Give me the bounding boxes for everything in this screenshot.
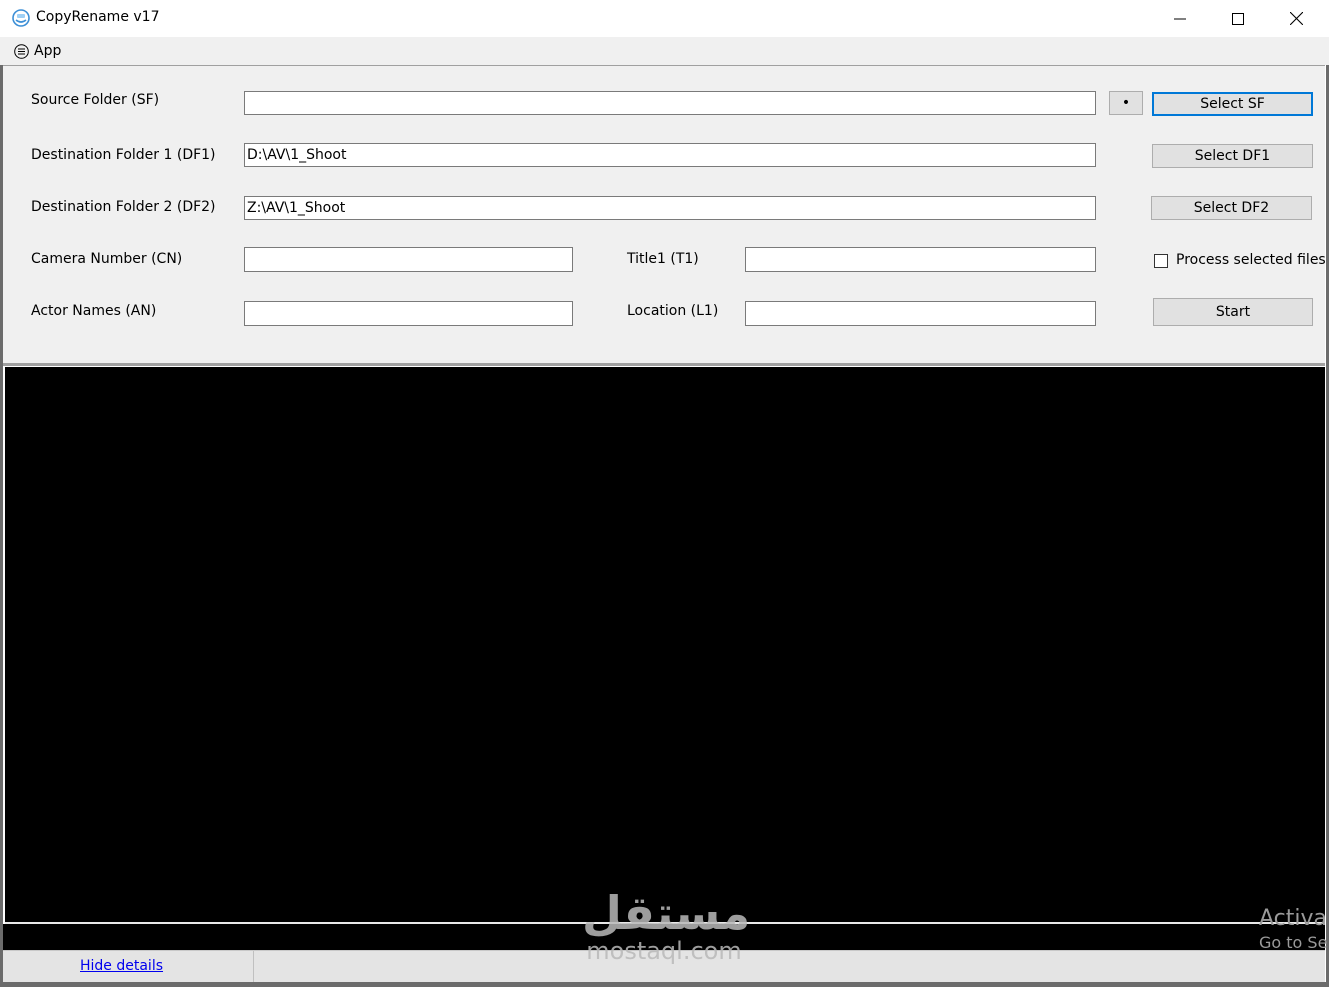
mostaql-watermark: مستقل mostaql.com (582, 886, 751, 968)
details-console[interactable] (5, 367, 1325, 922)
hamburger-icon (14, 43, 29, 59)
process-selected-checkbox[interactable] (1154, 254, 1168, 268)
location-input[interactable] (745, 301, 1096, 326)
close-icon (1289, 12, 1303, 25)
status-cell: Hide details (3, 951, 254, 982)
menu-app-label: App (34, 43, 62, 59)
source-folder-input[interactable] (244, 91, 1096, 115)
select-df2-button[interactable]: Select DF2 (1151, 196, 1312, 220)
source-folder-label: Source Folder (SF) (31, 92, 160, 108)
minimize-button[interactable] (1151, 0, 1209, 37)
title-bar[interactable]: CopyRename v17 (0, 0, 1329, 37)
actor-names-input[interactable] (244, 301, 573, 326)
process-selected-label[interactable]: Process selected files (1176, 252, 1326, 268)
watermark-text: mostaql.com (586, 937, 742, 965)
window-title: CopyRename v17 (36, 9, 160, 25)
window-border-bottom (0, 982, 1329, 987)
dest-folder-1-label: Destination Folder 1 (DF1) (31, 147, 216, 163)
actor-names-label: Actor Names (AN) (31, 303, 157, 319)
dest-folder-1-input[interactable] (244, 143, 1096, 167)
source-folder-dot-button[interactable]: • (1109, 91, 1143, 115)
menu-bar: App (0, 37, 1329, 65)
watermark-logo: مستقل (582, 886, 751, 940)
panel-separator (3, 363, 1325, 366)
maximize-icon (1232, 12, 1244, 25)
app-logo-icon (12, 9, 30, 27)
camera-number-label: Camera Number (CN) (31, 251, 183, 267)
select-sf-button[interactable]: Select SF (1152, 92, 1313, 116)
close-button[interactable] (1267, 0, 1325, 37)
activate-line2: Go to Se (1259, 933, 1328, 952)
select-df1-button[interactable]: Select DF1 (1152, 144, 1313, 168)
camera-number-input[interactable] (244, 247, 573, 272)
activate-line1: Activa (1259, 906, 1327, 931)
hide-details-link[interactable]: Hide details (80, 958, 163, 974)
title1-label: Title1 (T1) (627, 251, 699, 267)
start-button[interactable]: Start (1153, 298, 1313, 326)
dest-folder-2-input[interactable] (244, 196, 1096, 220)
minimize-icon (1174, 18, 1186, 19)
menu-app[interactable]: App (14, 42, 61, 60)
dest-folder-2-label: Destination Folder 2 (DF2) (31, 199, 216, 215)
title1-input[interactable] (745, 247, 1096, 272)
maximize-button[interactable] (1209, 0, 1267, 37)
activate-windows-overlay: Activa Go to Se (1259, 906, 1327, 952)
form-panel: Source Folder (SF) • Select SF Destinati… (3, 65, 1326, 364)
location-label: Location (L1) (627, 303, 719, 319)
